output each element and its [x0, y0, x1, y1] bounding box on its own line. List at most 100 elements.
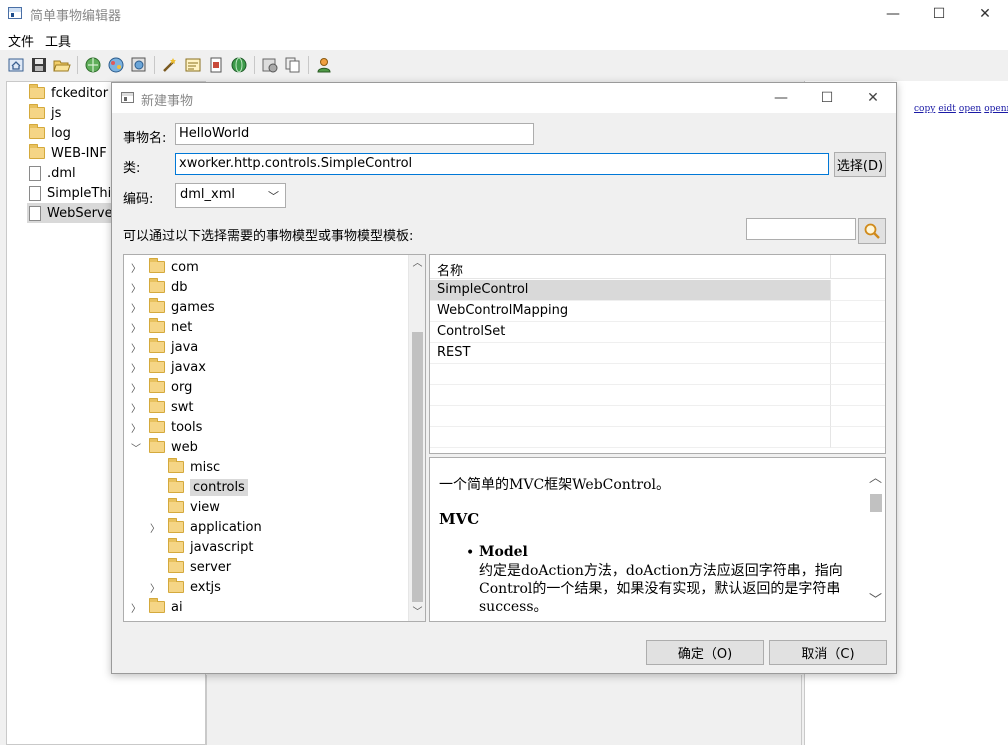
table-header-name[interactable]: 名称 — [430, 255, 831, 279]
collapse-chevron-icon[interactable]: 〉 — [129, 400, 143, 415]
dialog-minimize-button[interactable]: — — [758, 83, 804, 113]
network-icon[interactable] — [107, 56, 125, 74]
tree-node[interactable]: 〉 com — [129, 257, 199, 277]
search-globe-icon[interactable] — [130, 56, 148, 74]
scroll-up-icon[interactable]: ︿ — [409, 255, 425, 272]
home-icon[interactable] — [7, 56, 25, 74]
table-row[interactable]: REST — [430, 343, 831, 364]
copy-icon[interactable] — [284, 56, 302, 74]
tree-node[interactable]: ﹀ web — [129, 437, 198, 457]
scroll-thumb[interactable] — [412, 332, 423, 602]
collapse-chevron-icon[interactable]: 〉 — [129, 380, 143, 395]
collapse-chevron-icon[interactable]: 〉 — [129, 320, 143, 335]
tree-node[interactable]: 〉 db — [129, 277, 188, 297]
tree-node[interactable]: 〉 swt — [129, 397, 194, 417]
name-label: 事物名: — [123, 131, 167, 146]
tree-node[interactable]: controls — [148, 477, 248, 497]
description-scrollbar[interactable]: ︿ ﹀ — [867, 458, 885, 621]
tree-item-label: WEB-INF — [51, 145, 107, 161]
tree-item[interactable]: fckeditor — [29, 83, 108, 103]
cancel-button[interactable]: 取消（C) — [769, 640, 887, 665]
tree-node[interactable]: 〉 games — [129, 297, 215, 317]
tree-scrollbar[interactable]: ︿ ﹀ — [408, 255, 425, 621]
collapse-chevron-icon[interactable]: 〉 — [148, 520, 162, 535]
user-icon[interactable] — [315, 56, 333, 74]
file-icon — [29, 165, 41, 181]
eidt-link[interactable]: eidt — [938, 104, 956, 114]
model-tree: 〉 com 〉 db 〉 games 〉 net 〉 java 〉 javax 〉 org 〉 swt 〉 too… — [123, 254, 426, 622]
tree-node-label: view — [190, 499, 220, 515]
open-link[interactable]: open — [959, 104, 981, 114]
collapse-chevron-icon[interactable]: 〉 — [148, 580, 162, 595]
maximize-button[interactable]: ☐ — [916, 0, 962, 28]
scroll-thumb[interactable] — [870, 494, 882, 512]
document-icon[interactable] — [207, 56, 225, 74]
collapse-chevron-icon[interactable]: 〉 — [129, 600, 143, 615]
menu-bar: 文件 工具 — [0, 28, 1008, 50]
collapse-chevron-icon[interactable]: 〉 — [129, 340, 143, 355]
save-icon[interactable] — [30, 56, 48, 74]
select-class-button[interactable]: 选择(D) — [834, 152, 886, 177]
edit-form-icon[interactable] — [184, 56, 202, 74]
close-button[interactable]: ✕ — [962, 0, 1008, 28]
toolbar-separator — [254, 56, 255, 74]
search-input[interactable] — [746, 218, 856, 240]
tree-item[interactable]: log — [29, 123, 71, 143]
tree-node-label: java — [171, 339, 199, 355]
app-icon — [8, 7, 22, 19]
tree-node[interactable]: 〉 ai — [129, 597, 183, 617]
tree-node-label: misc — [190, 459, 221, 475]
tree-item[interactable]: js — [29, 103, 61, 123]
table-row[interactable]: WebControlMapping — [430, 301, 831, 322]
tree-item-label: js — [51, 105, 62, 121]
ok-button[interactable]: 确定（O) — [646, 640, 764, 665]
file-icon — [29, 205, 41, 221]
class-field[interactable]: xworker.http.controls.SimpleControl — [175, 153, 829, 175]
settings-icon[interactable] — [261, 56, 279, 74]
tree-node[interactable]: 〉 extjs — [148, 577, 221, 597]
copy-link[interactable]: copy — [914, 104, 935, 114]
expand-chevron-icon[interactable]: ﹀ — [129, 440, 143, 455]
scroll-down-icon[interactable]: ﹀ — [867, 592, 884, 609]
collapse-chevron-icon[interactable]: 〉 — [129, 300, 143, 315]
minimize-button[interactable]: — — [870, 0, 916, 28]
tree-node[interactable]: 〉 javax — [129, 357, 206, 377]
dialog-maximize-button[interactable]: ☐ — [804, 83, 850, 113]
tree-node[interactable]: misc — [148, 457, 220, 477]
globe-icon[interactable] — [230, 56, 248, 74]
scroll-down-icon[interactable]: ﹀ — [409, 604, 425, 621]
tree-node[interactable]: 〉 org — [129, 377, 192, 397]
tree-node[interactable]: view — [148, 497, 220, 517]
collapse-chevron-icon[interactable]: 〉 — [129, 280, 143, 295]
collapse-chevron-icon[interactable]: 〉 — [129, 420, 143, 435]
tree-node[interactable]: javascript — [148, 537, 253, 557]
dialog-close-button[interactable]: ✕ — [850, 83, 896, 113]
table-header-filler — [831, 255, 885, 279]
table-row-filler — [831, 427, 885, 448]
encoding-select[interactable]: dml_xml ﹀ — [175, 183, 286, 208]
tree-node[interactable]: 〉 application — [148, 517, 262, 537]
refresh-globe-icon[interactable] — [84, 56, 102, 74]
wand-icon[interactable] — [161, 56, 179, 74]
tree-node[interactable]: server — [148, 557, 231, 577]
description-bullet-text: 约定是doAction方法，doAction方法应返回字符串，指向Control… — [479, 563, 843, 615]
name-field[interactable]: HelloWorld — [175, 123, 534, 145]
menu-file[interactable]: 文件 — [8, 31, 34, 50]
scroll-up-icon[interactable]: ︿ — [867, 470, 884, 487]
tree-node[interactable]: 〉 net — [129, 317, 192, 337]
table-row[interactable]: SimpleControl — [430, 280, 831, 301]
table-row[interactable]: ControlSet — [430, 322, 831, 343]
tree-item[interactable]: WEB-INF — [29, 143, 107, 163]
collapse-chevron-icon[interactable]: 〉 — [129, 360, 143, 375]
collapse-chevron-icon[interactable]: 〉 — [129, 260, 143, 275]
tree-node[interactable]: 〉 java — [129, 337, 198, 357]
open-folder-icon[interactable] — [53, 56, 71, 74]
tree-node[interactable]: 〉 tools — [129, 417, 202, 437]
openr-link[interactable]: openr — [984, 104, 1008, 114]
search-button[interactable] — [858, 218, 886, 244]
encoding-value: dml_xml — [180, 187, 235, 202]
tree-item-label: .dml — [47, 165, 76, 181]
table-row-filler — [831, 385, 885, 406]
tree-item[interactable]: .dml — [29, 163, 76, 183]
menu-tools[interactable]: 工具 — [45, 31, 71, 50]
